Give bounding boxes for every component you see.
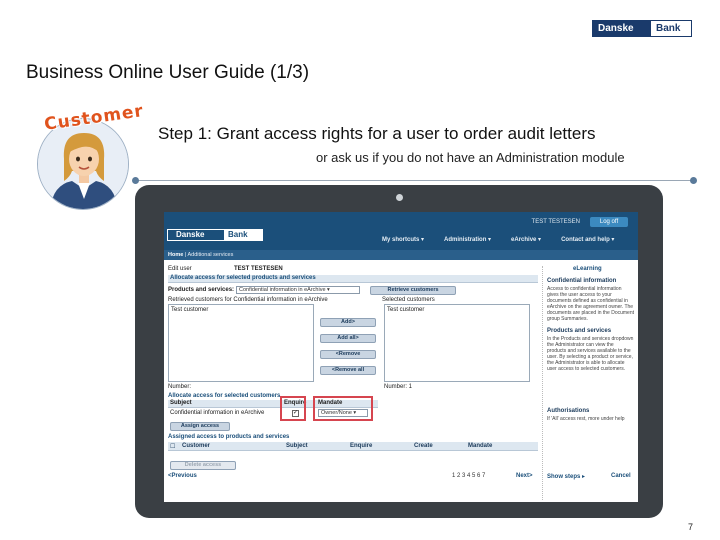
nav-administration[interactable]: Administration ▾	[444, 236, 491, 243]
products-help-text: In the Products and services dropdown th…	[547, 336, 634, 372]
main-nav: My shortcuts ▾ Administration ▾ eArchive…	[382, 236, 614, 243]
danske-bank-logo: Danske Bank	[592, 20, 692, 37]
edit-user-label: Edit user	[168, 266, 192, 272]
app-logo-left: Danske	[168, 230, 224, 240]
retrieve-customers-button[interactable]: Retrieve customers	[370, 286, 456, 295]
authorisations-title: Authorisations	[547, 408, 590, 414]
subject-column-header: Subject	[170, 400, 192, 406]
col-mandate: Mandate	[468, 443, 493, 449]
divider-dot-right	[690, 177, 697, 184]
products-select[interactable]: Confidential information in eArchive ▾	[236, 286, 360, 294]
products-label: Products and services:	[168, 287, 235, 293]
edit-user-name: TEST TESTESEN	[234, 266, 283, 272]
show-steps-link[interactable]: Show steps ▸	[547, 473, 585, 480]
assigned-table-header: ☐ Customer Subject Enquire Create Mandat…	[168, 442, 538, 451]
select-all-checkbox[interactable]: ☐	[170, 443, 175, 450]
assign-access-button[interactable]: Assign access	[170, 422, 230, 431]
elearning-link[interactable]: eLearning	[573, 266, 602, 272]
previous-link[interactable]: <Previous	[168, 473, 197, 479]
breadcrumb-home[interactable]: Home	[168, 252, 183, 258]
logout-button[interactable]: Log off	[590, 217, 628, 227]
products-help-title: Products and services	[547, 328, 612, 334]
step-title: Step 1: Grant access rights for a user t…	[158, 124, 596, 143]
app-logo-right: Bank	[224, 230, 262, 240]
remove-all-button[interactable]: <Remove all	[320, 366, 376, 375]
step-subtitle: or ask us if you do not have an Administ…	[316, 150, 625, 165]
selected-label: Selected customers	[382, 297, 435, 303]
add-button[interactable]: Add>	[320, 318, 376, 327]
logo-right-text: Bank	[651, 21, 691, 36]
slide-title: Business Online User Guide (1/3)	[26, 62, 310, 83]
pagination[interactable]: 1 2 3 4 5 6 7	[452, 473, 485, 479]
next-link[interactable]: Next>	[516, 473, 533, 479]
remove-button[interactable]: <Remove	[320, 350, 376, 359]
selected-list-item[interactable]: Test customer	[385, 305, 529, 315]
retrieved-label: Retrieved customers for Confidential inf…	[168, 297, 328, 303]
logo-left-text: Danske	[593, 21, 651, 36]
retrieved-customers-list[interactable]: Test customer	[168, 304, 314, 382]
cancel-link[interactable]: Cancel	[611, 473, 631, 479]
assigned-title: Assigned access to products and services	[168, 434, 290, 440]
breadcrumb: Home | Additional services	[164, 250, 638, 260]
col-subject: Subject	[286, 443, 308, 449]
app-header: TEST TESTESEN Log off Danske Bank My sho…	[164, 212, 638, 250]
tablet-camera	[396, 194, 403, 201]
retrieved-count: Number:	[168, 384, 192, 390]
nav-earchive[interactable]: eArchive ▾	[511, 236, 541, 243]
retrieved-list-item[interactable]: Test customer	[169, 305, 313, 315]
nav-my-shortcuts[interactable]: My shortcuts ▾	[382, 236, 424, 243]
divider-dot-left	[132, 177, 139, 184]
nav-contact-help[interactable]: Contact and help ▾	[561, 236, 614, 243]
selected-count: Number: 1	[384, 384, 413, 390]
col-enquire: Enquire	[350, 443, 373, 449]
col-customer: Customer	[182, 443, 211, 449]
add-all-button[interactable]: Add all>	[320, 334, 376, 343]
app-body: Edit user TEST TESTESEN Allocate access …	[164, 260, 638, 502]
delete-access-button[interactable]: Delete access	[170, 461, 236, 470]
app-logo[interactable]: Danske Bank	[167, 229, 263, 241]
breadcrumb-current: Additional services	[187, 252, 234, 258]
authorisations-text: If 'All' access rest, more under help	[547, 416, 625, 422]
conf-info-title: Confidential information	[547, 278, 617, 284]
divider-line	[136, 180, 694, 181]
conf-info-text: Access to confidential information gives…	[547, 286, 634, 322]
help-sidebar: eLearning Confidential information Acces…	[542, 266, 634, 500]
app-screen: TEST TESTESEN Log off Danske Bank My sho…	[164, 212, 638, 502]
allocate-title: Allocate access for selected products an…	[170, 275, 316, 281]
subject-value: Confidential information in eArchive	[170, 410, 265, 416]
selected-customers-list[interactable]: Test customer	[384, 304, 530, 382]
mandate-highlight	[313, 396, 373, 421]
col-create: Create	[414, 443, 433, 449]
allocate-selected-title: Allocate access for selected customers	[168, 393, 281, 399]
conf-info-section: Confidential information Access to confi…	[547, 278, 634, 422]
enquire-highlight	[280, 396, 306, 421]
logged-in-user: TEST TESTESEN	[531, 219, 580, 225]
page-number: 7	[688, 522, 694, 532]
